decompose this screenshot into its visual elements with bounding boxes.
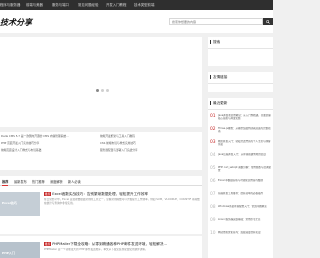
slider-dot[interactable]	[96, 89, 99, 92]
divider	[208, 48, 273, 49]
rank-title[interactable]: Java开发者实用笔记：从入门到精通，全面掌握核心技能与开发实践	[218, 114, 272, 121]
news-item[interactable]: CSS 前端布局与样式实用技巧	[100, 141, 200, 145]
sidebar-search-panel: 搜索	[208, 37, 273, 66]
rank-number: 05	[210, 166, 216, 171]
panel-heading-text: 搜索	[213, 40, 221, 44]
search-icon	[266, 19, 270, 24]
rank-number: 04	[210, 153, 216, 158]
article-title-text[interactable]: Excel函数实战技巧：告别繁琐数据处理，轻松提升工作效率	[52, 192, 148, 196]
slider-pagination	[96, 89, 109, 92]
nav-item-1[interactable]: 程序与服务器	[0, 2, 20, 7]
sidebar-latest-panel: 最近更新 01 Java开发者实用笔记：从入门到精通，全面掌握核心技能与开发实践…	[208, 98, 273, 258]
rank-number: 09	[210, 218, 216, 223]
thumbnail-caption: PHP入门	[2, 251, 15, 255]
rank-number: 01	[210, 114, 216, 119]
thumbnail-caption: Excel技巧	[2, 201, 17, 205]
rank-title[interactable]: PHP curl_setopt 函数详解：常用参数与请求配置	[218, 166, 272, 173]
rank-number: 02	[210, 127, 216, 132]
sidebar-links-panel: 友情链接	[208, 72, 273, 92]
article-title[interactable]: 推荐 PHPMailer下载全攻略：从零到精通各种PHP邮件发送环境，轻松解决..…	[44, 242, 167, 247]
tab-newbie[interactable]: 新人必读	[68, 179, 81, 184]
rank-title[interactable]: 网页开发入门：轻松打造漂亮的个人主页与博客系统	[218, 140, 272, 147]
rank-title[interactable]: Java后端开发入门：从环境搭建到项目实战	[218, 153, 272, 160]
tab-latest[interactable]: 最新发布	[14, 179, 27, 184]
news-item[interactable]: 服务器配置与部署入门实战分享	[100, 148, 200, 152]
tab-recommend[interactable]: 推荐	[2, 179, 8, 184]
banner-slider[interactable]	[0, 37, 202, 127]
top-navigation-bar: 程序与服务器 前端与美器 服务与端口 常见问题经验 开发入门教程 技术类型前端	[0, 0, 273, 10]
article-thumbnail[interactable]: PHP入门	[0, 242, 40, 258]
rank-title[interactable]: 前端开发工具推荐：提升效率的必备插件	[218, 192, 272, 199]
nav-item-3[interactable]: 服务与端口	[52, 2, 69, 7]
article-title-text[interactable]: PHPMailer下载全攻略：从零到精通各种PHP邮件发送环境，轻松解决...	[52, 242, 167, 246]
article-card[interactable]: PHP入门 推荐 PHPMailer下载全攻略：从零到精通各种PHP邮件发送环境，…	[0, 236, 202, 258]
news-item[interactable]: PHP 页面开发入门实用技巧分享	[1, 141, 97, 145]
rank-title[interactable]: Windows系统环境配置入门：常见问题解决	[218, 205, 272, 212]
panel-heading: 友情链接	[210, 75, 227, 80]
rank-number: 10	[210, 231, 216, 236]
divider	[208, 109, 273, 110]
rank-number: 07	[210, 192, 216, 197]
slider-dot[interactable]	[106, 89, 109, 92]
article-excerpt: PHPMailer 是一个功能强大的 PHP 邮件发送类库，本文从下载安装到配置…	[44, 248, 148, 251]
rank-number: 06	[210, 179, 216, 184]
news-item[interactable]: Dede CMS 5.7 是一款国内开源的 CMS 内容管理系统...	[1, 134, 97, 138]
nav-item-5[interactable]: 开发入门教程	[106, 2, 126, 7]
divider	[208, 83, 273, 84]
panel-heading: 最近更新	[210, 101, 227, 106]
rank-title[interactable]: Excel 中数据分析与可视化实用技巧整理	[218, 179, 272, 186]
rank-title[interactable]: Three.js教程：从模型加载到动画渲染的完整指南	[218, 127, 272, 134]
article-thumbnail[interactable]: Excel技巧	[0, 192, 40, 216]
recommend-badge: 推荐	[44, 242, 52, 246]
article-card[interactable]: Excel技巧 推荐 Excel函数实战技巧：告别繁琐数据处理，轻松提升工作效率 …	[0, 186, 202, 234]
recommend-badge: 推荐	[44, 192, 52, 196]
site-logo[interactable]: 技术分享	[0, 17, 32, 28]
rank-number: 08	[210, 205, 216, 210]
slider-dot[interactable]	[101, 89, 104, 92]
tab-deep[interactable]: 深度解析	[50, 179, 63, 184]
panel-heading-text: 友情链接	[213, 75, 228, 79]
panel-heading: 搜索	[210, 40, 220, 45]
tab-hot[interactable]: 热门推荐	[32, 179, 45, 184]
news-item[interactable]: 前端页面设计入门样式与布局基础	[1, 148, 97, 152]
panel-heading-text: 最近更新	[213, 101, 228, 105]
search-box	[169, 18, 263, 25]
article-excerpt: 在日常办公中，Excel 是处理数据最常用的工具之一，掌握常用函数可以大幅提升工…	[44, 198, 200, 205]
rank-title[interactable]: Linux 服务器运维基础：常用命令汇总	[218, 218, 272, 225]
search-input[interactable]	[170, 19, 252, 25]
news-item[interactable]: 前端开发框架与工具入门教程	[100, 134, 200, 138]
rank-title[interactable]: 网站性能优化技巧：加载速度提升实战	[218, 231, 272, 238]
article-title[interactable]: 推荐 Excel函数实战技巧：告别繁琐数据处理，轻松提升工作效率	[44, 192, 148, 197]
rank-number: 03	[210, 140, 216, 145]
nav-item-6[interactable]: 技术类型前端	[134, 2, 154, 7]
nav-item-2[interactable]: 前端与美器	[26, 2, 43, 7]
article-tabs: 推荐 最新发布 热门推荐 深度解析 新人必读	[0, 176, 202, 186]
nav-item-4[interactable]: 常见问题经验	[78, 2, 98, 7]
search-button[interactable]	[263, 18, 273, 25]
